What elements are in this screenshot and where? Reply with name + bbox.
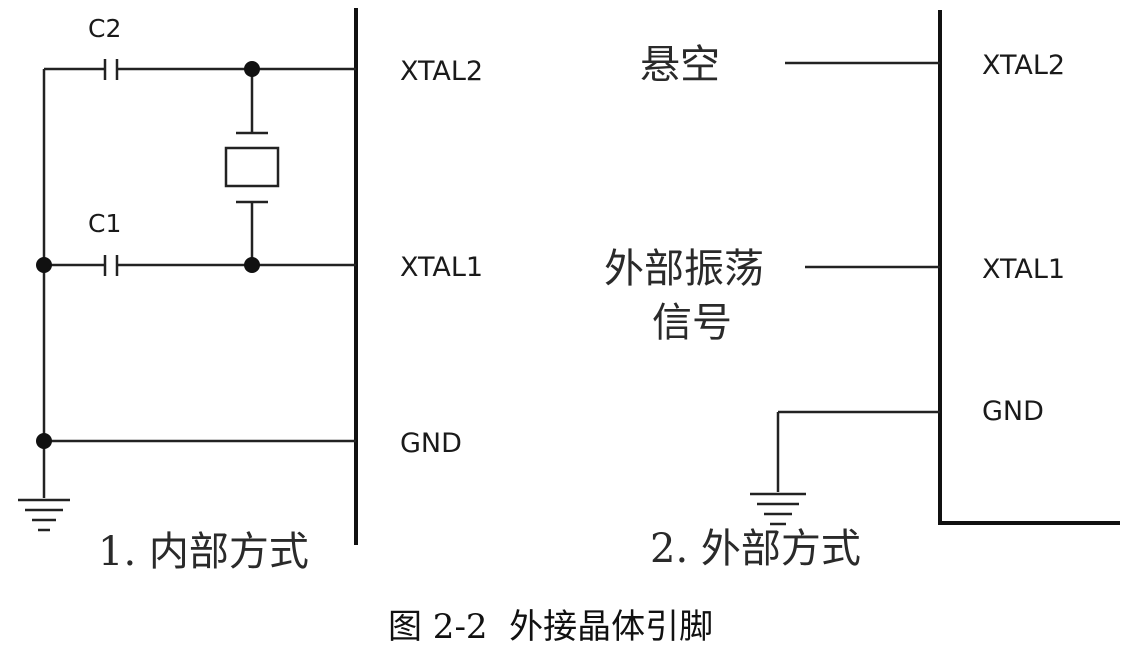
junction-node <box>244 257 260 273</box>
pin-label-xtal1: XTAL1 <box>400 252 483 283</box>
pin-label-xtal2: XTAL2 <box>400 56 483 87</box>
external-mode-panel: 悬空 外部振荡 信号 XTAL2 XTAL1 GND 2. 外部方式 <box>604 10 1120 572</box>
junction-node <box>36 433 52 449</box>
pin-label-gnd: GND <box>982 396 1044 427</box>
crystal-pin-diagram: C2 C1 XTAL2 XTAL1 GND 1. 内部方式 悬空 外部振荡 信号… <box>18 8 1120 647</box>
capacitor-c2 <box>103 59 119 80</box>
pin-label-gnd: GND <box>400 428 462 459</box>
floating-label: 悬空 <box>640 42 720 88</box>
ground-symbol <box>750 492 806 526</box>
c1-label: C1 <box>88 209 121 238</box>
crystal-resonator <box>224 69 280 265</box>
external-signal-label-line1: 外部振荡 <box>604 246 764 292</box>
junction-node <box>36 257 52 273</box>
pin-label-xtal2: XTAL2 <box>982 50 1065 81</box>
figure-caption: 图 2-2 外接晶体引脚 <box>388 607 713 647</box>
c2-label: C2 <box>88 14 121 43</box>
internal-mode-panel: C2 C1 XTAL2 XTAL1 GND 1. 内部方式 <box>18 8 483 575</box>
internal-mode-caption: 1. 内部方式 <box>98 529 309 575</box>
pin-label-xtal1: XTAL1 <box>982 254 1065 285</box>
external-mode-caption: 2. 外部方式 <box>650 526 861 572</box>
capacitor-c1 <box>103 255 119 276</box>
external-signal-label-line2: 信号 <box>652 300 732 346</box>
junction-node <box>244 61 260 77</box>
ground-symbol <box>18 498 70 532</box>
